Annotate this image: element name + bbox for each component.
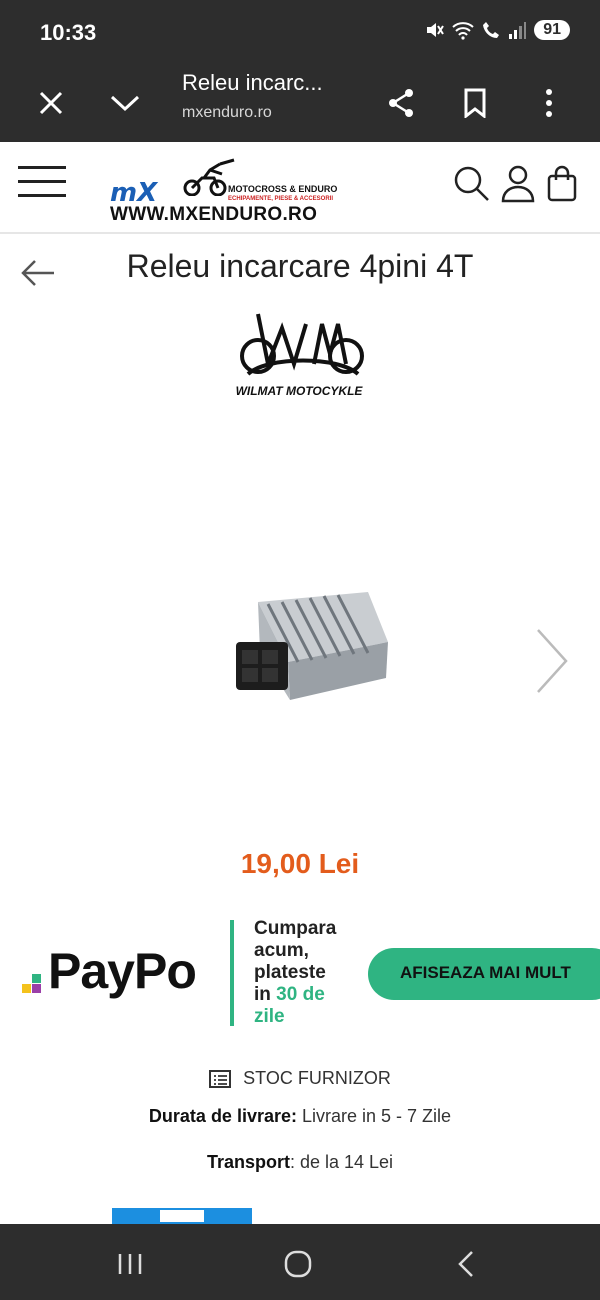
battery-indicator: 91 — [534, 20, 570, 40]
transport-value: : de la 14 Lei — [289, 1152, 394, 1172]
stock-text: STOC FURNIZOR — [243, 1068, 391, 1088]
product-price: 19,00 Lei — [240, 848, 360, 879]
cart-icon[interactable] — [546, 164, 586, 204]
paypo-message: Cumpara acum, plateste in 30 de zile — [254, 918, 364, 1028]
status-bar: 10:33 91 — [0, 0, 600, 66]
paypo-line: plateste — [254, 962, 326, 983]
delivery-info: Durata de livrare: Livrare in 5 - 7 Zile — [0, 1106, 600, 1127]
quantity-decrement[interactable] — [112, 1208, 158, 1224]
browser-toolbar: Releu incarc... mxenduro.ro — [0, 66, 600, 142]
paypo-brand: PayPo — [48, 943, 197, 999]
product-image[interactable] — [228, 582, 398, 712]
wifi-icon — [452, 22, 474, 40]
paypo-line: Cumpara — [254, 918, 337, 939]
paypo-show-more-button[interactable]: AFISEAZA MAI MULT — [368, 948, 600, 1000]
transport-info: Transport: de la 14 Lei — [0, 1152, 600, 1173]
delivery-label: Durata de livrare: — [148, 1106, 297, 1126]
paypo-divider — [230, 920, 234, 1026]
paypo-dots-icon — [22, 974, 41, 993]
bookmark-icon[interactable] — [450, 78, 500, 128]
paypo-highlight: 30 de — [276, 984, 325, 1005]
paypo-text: in — [254, 984, 271, 1005]
list-icon — [209, 1069, 232, 1088]
back-icon[interactable] — [446, 1244, 486, 1284]
system-nav-bar — [0, 1224, 600, 1300]
page-url[interactable]: mxenduro.ro — [182, 104, 272, 122]
quantity-stepper[interactable] — [112, 1208, 252, 1224]
site-header: mX MOTOCROSS & ENDURO ECHIPAMENTE, PIESE… — [0, 142, 600, 234]
recent-apps-icon[interactable] — [110, 1244, 150, 1284]
site-logo[interactable]: mX MOTOCROSS & ENDURO ECHIPAMENTE, PIESE… — [110, 156, 360, 226]
status-time: 10:33 — [40, 20, 97, 45]
home-icon[interactable] — [278, 1244, 318, 1284]
next-image-icon[interactable] — [534, 626, 570, 696]
more-options-icon[interactable] — [524, 78, 574, 128]
transport-label: Transport — [206, 1152, 290, 1172]
chevron-down-icon[interactable] — [100, 78, 150, 128]
paypo-highlight: zile — [254, 1006, 285, 1027]
search-icon[interactable] — [452, 164, 492, 204]
menu-icon[interactable] — [18, 166, 66, 200]
delivery-value: Livrare in 5 - 7 Zile — [302, 1106, 452, 1126]
close-icon[interactable] — [26, 78, 76, 128]
status-icons: 91 — [424, 20, 570, 40]
brand-logo-icon — [240, 313, 364, 376]
paypo-line: acum, — [254, 940, 309, 961]
quantity-increment[interactable] — [206, 1208, 252, 1224]
logo-subtagline: ECHIPAMENTE, PIESE & ACCESORII — [228, 196, 334, 202]
web-page: mX MOTOCROSS & ENDURO ECHIPAMENTE, PIESE… — [0, 142, 600, 1224]
brand-name: WILMAT MOTOCYKLE — [235, 384, 363, 398]
call-icon — [483, 22, 500, 38]
share-icon[interactable] — [376, 78, 426, 128]
account-icon[interactable] — [500, 164, 540, 204]
logo-url: WWW.MXENDURO.RO — [110, 204, 318, 225]
quantity-input[interactable] — [158, 1208, 206, 1224]
stock-status: STOC FURNIZOR — [0, 1068, 600, 1089]
signal-icon — [509, 22, 527, 39]
paypo-logo: PayPo — [22, 942, 222, 1002]
paypo-line: in 30 de — [254, 984, 364, 1006]
mute-icon — [427, 23, 445, 37]
logo-tagline: MOTOCROSS & ENDURO — [228, 184, 338, 194]
product-title: Releu incarcare 4pini 4T — [126, 248, 474, 284]
tab-title: Releu incarc... — [182, 70, 323, 95]
